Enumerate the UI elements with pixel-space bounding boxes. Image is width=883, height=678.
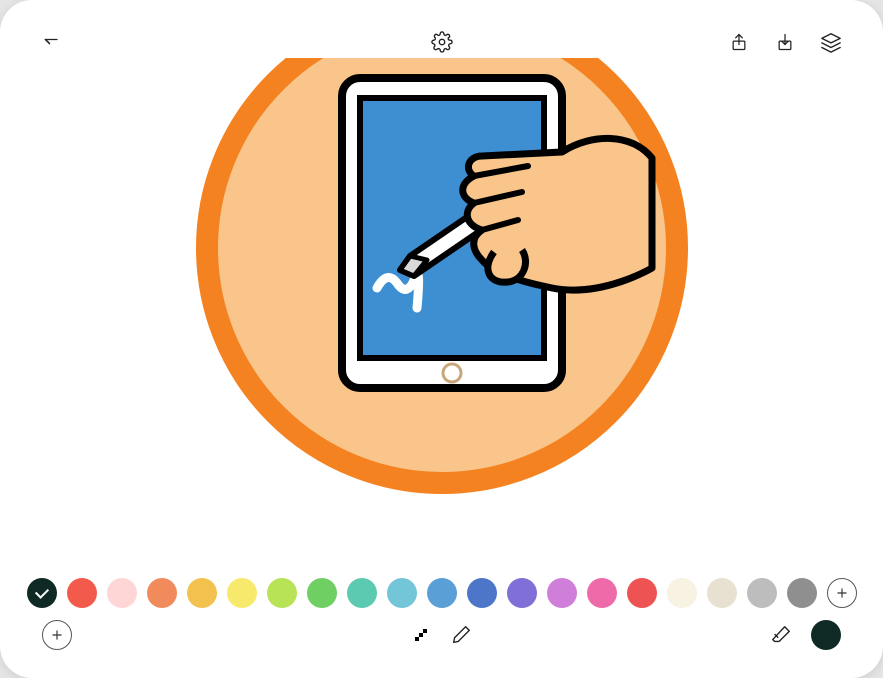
color-swatch[interactable] <box>627 578 657 608</box>
color-swatch[interactable] <box>707 578 737 608</box>
plus-icon <box>835 586 849 600</box>
eraser-tool[interactable] <box>769 623 793 647</box>
brush-icon <box>450 624 472 646</box>
brush-tool[interactable] <box>449 623 473 647</box>
color-swatch[interactable] <box>547 578 577 608</box>
color-swatch[interactable] <box>67 578 97 608</box>
color-swatch[interactable] <box>267 578 297 608</box>
color-swatch[interactable] <box>587 578 617 608</box>
download-icon <box>775 31 795 53</box>
color-swatch[interactable] <box>307 578 337 608</box>
color-swatch[interactable] <box>387 578 417 608</box>
color-swatch[interactable] <box>107 578 137 608</box>
color-swatch[interactable] <box>427 578 457 608</box>
back-arrow-icon <box>42 32 62 52</box>
share-button[interactable] <box>727 30 751 54</box>
add-color-button[interactable] <box>827 578 857 608</box>
color-swatch[interactable] <box>347 578 377 608</box>
gear-icon <box>431 31 453 53</box>
color-palette <box>26 574 857 612</box>
canvas[interactable] <box>26 58 857 574</box>
color-swatch[interactable] <box>507 578 537 608</box>
color-swatch[interactable] <box>747 578 777 608</box>
layers-button[interactable] <box>819 30 843 54</box>
add-tool-button[interactable] <box>42 620 72 650</box>
settings-button[interactable] <box>430 30 454 54</box>
tool-row <box>26 612 857 652</box>
download-button[interactable] <box>773 30 797 54</box>
pixel-icon <box>413 625 433 645</box>
current-color-swatch[interactable] <box>811 620 841 650</box>
top-toolbar <box>26 26 857 58</box>
back-button[interactable] <box>40 30 64 54</box>
share-icon <box>729 31 749 53</box>
color-swatch[interactable] <box>467 578 497 608</box>
color-swatch[interactable] <box>787 578 817 608</box>
color-swatch[interactable] <box>667 578 697 608</box>
color-swatch[interactable] <box>227 578 257 608</box>
color-swatch[interactable] <box>27 578 57 608</box>
color-swatch[interactable] <box>187 578 217 608</box>
eraser-icon <box>770 624 792 646</box>
pixel-tool[interactable] <box>411 623 435 647</box>
artwork-illustration <box>182 58 702 518</box>
plus-icon <box>50 628 64 642</box>
layers-icon <box>820 31 842 53</box>
color-swatch[interactable] <box>147 578 177 608</box>
app-window <box>0 0 883 678</box>
